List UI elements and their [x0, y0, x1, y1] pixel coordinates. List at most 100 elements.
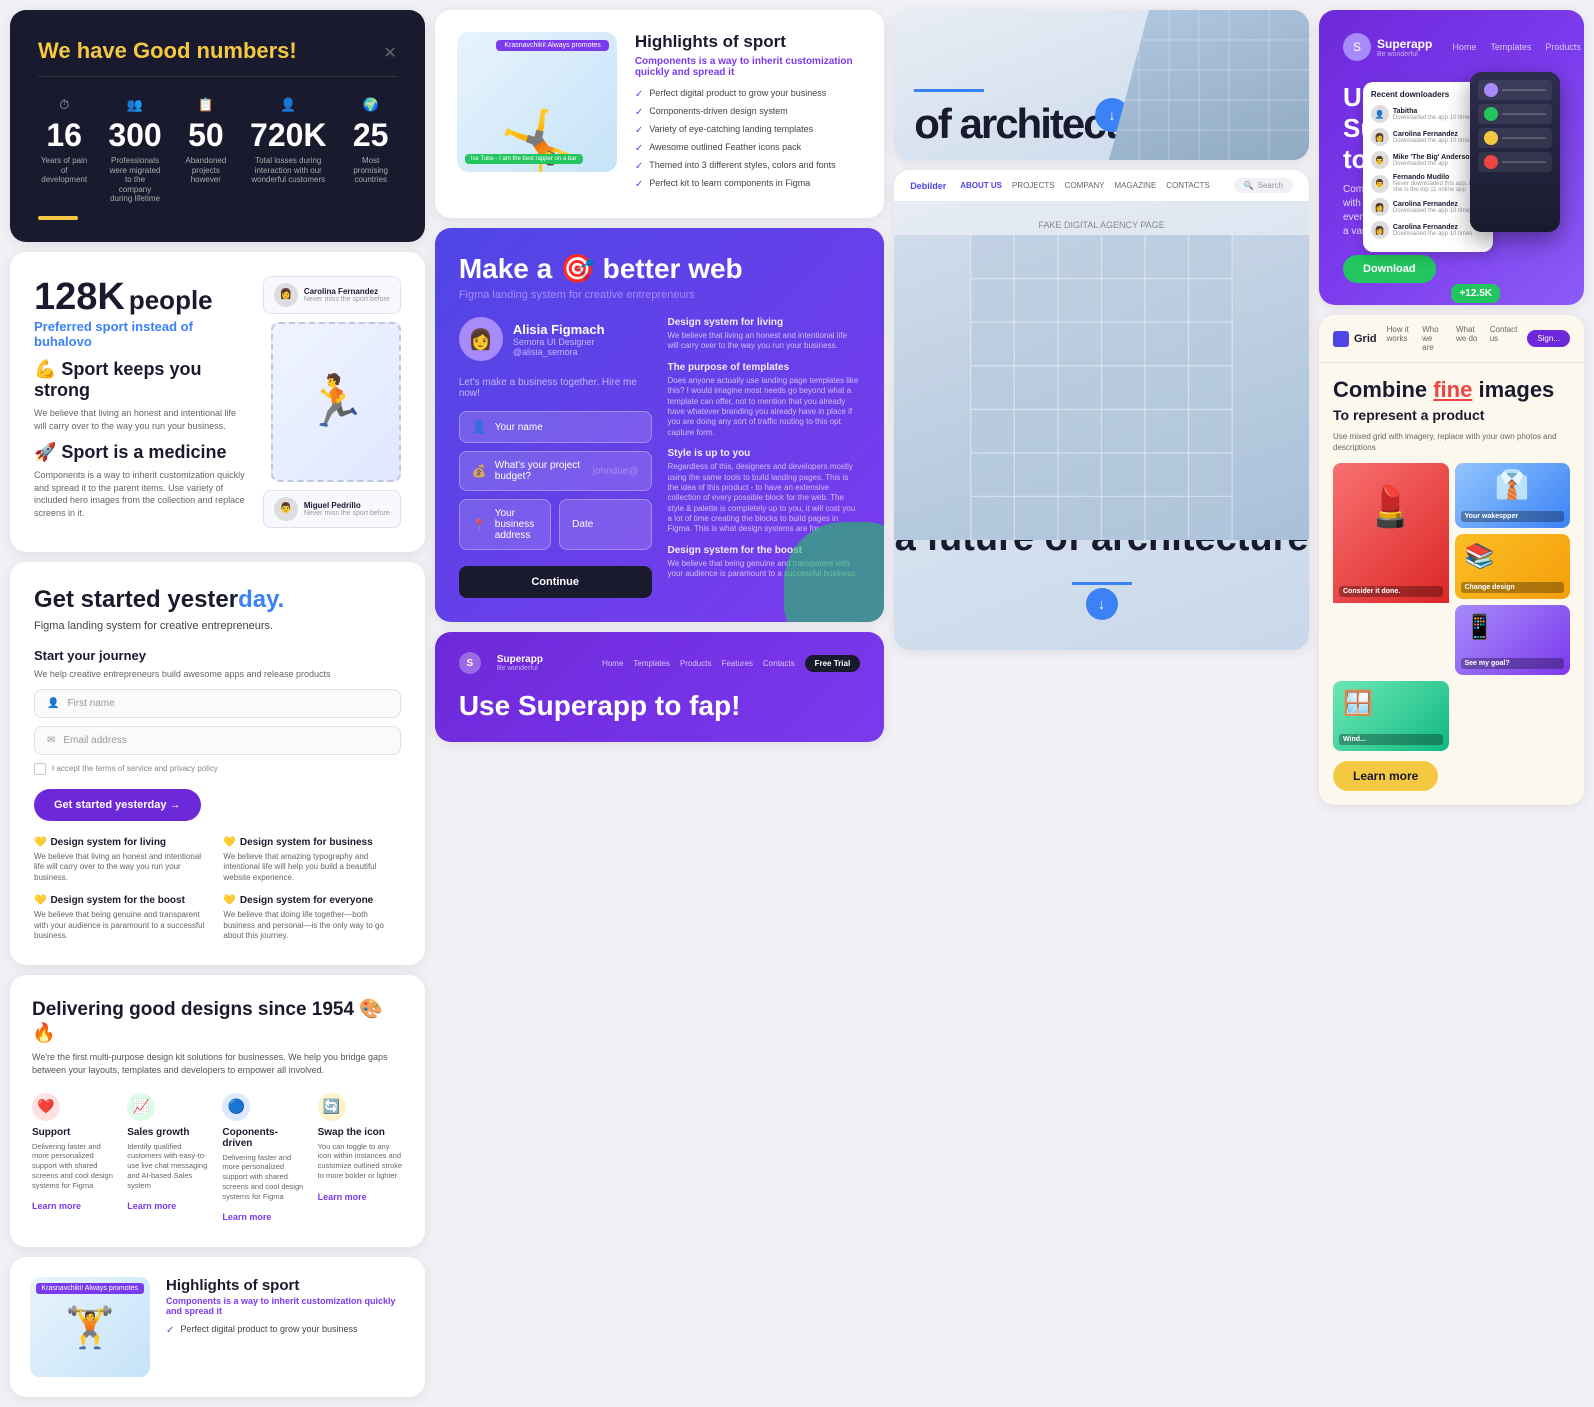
- good-numbers-card: We have Good numbers! ✕ ⏱ 16 Years of pa…: [10, 10, 425, 242]
- grid-nav: Grid How it works Who we are What we do …: [1319, 315, 1584, 363]
- check-3: Variety of eye-catching landing template…: [649, 124, 813, 136]
- superapp-bottom-tagline: Be wonderful: [497, 665, 543, 672]
- check-6: Perfect kit to learn components in Figma: [649, 178, 810, 190]
- rd-item-1: 👤 Tabitha Downloaded the app 10 times: [1371, 105, 1485, 123]
- check-5: Themed into 3 different styles, colors a…: [649, 160, 835, 172]
- grid-title: Combine fine images: [1333, 377, 1570, 403]
- budget-field[interactable]: 💰 What's your project budget? johndue@: [459, 451, 652, 491]
- highlights-badge-green: Ice Tube - I am the best rapper on a bar: [465, 154, 583, 164]
- check-2: Components-driven design system: [649, 106, 788, 118]
- name-field[interactable]: 👤 Your name: [459, 411, 652, 443]
- firstname-input[interactable]: 👤 First name: [34, 689, 401, 718]
- rd-item-5: 👩 Carolina Fernandez Downloaded the app …: [1371, 198, 1485, 216]
- superapp-bottom-logo: S: [459, 652, 481, 674]
- check-item-3: ✓ Variety of eye-catching landing templa…: [635, 124, 862, 136]
- phone-label: See my goal?: [1461, 658, 1565, 669]
- superapp-download-button[interactable]: Download: [1343, 255, 1436, 283]
- grid-nav-items: How it works Who we are What we do Conta…: [1387, 325, 1518, 352]
- person-card-1: 👩 Carolina Fernandez Never miss the spor…: [263, 276, 401, 314]
- close-icon[interactable]: ✕: [383, 43, 396, 63]
- sales-learn-more[interactable]: Learn more: [127, 1201, 176, 1211]
- arch-center-search[interactable]: 🔍 Search: [1234, 178, 1293, 193]
- check-icon-1: ✓: [635, 89, 643, 100]
- nav-contacts[interactable]: CONTACTS: [1166, 181, 1209, 190]
- terms-checkbox[interactable]: [34, 763, 46, 775]
- people-card: 128K people Preferred sport instead of b…: [10, 252, 425, 552]
- highlights-sport-title: Highlights of sport: [635, 32, 862, 52]
- journey-sub: We help creative entrepreneurs build awe…: [34, 669, 401, 679]
- highlights-bottom-image: 🏋️ Krasnavchiki! Always promotes: [30, 1277, 150, 1377]
- nav-products[interactable]: Products: [1545, 42, 1581, 52]
- superapp-bottom-nav-templates[interactable]: Templates: [633, 659, 669, 668]
- lipstick-image: 💄 Consider it done.: [1333, 463, 1449, 603]
- get-started-button[interactable]: Get started yesterday →: [34, 789, 201, 821]
- arch-center-logo: Debilder: [910, 181, 946, 191]
- nav-magazine[interactable]: MAGAZINE: [1115, 181, 1157, 190]
- address-field[interactable]: 📍 Your business address: [459, 499, 551, 550]
- keyboard-image: 📚 Change design: [1455, 534, 1571, 599]
- window-label: Wind...: [1339, 734, 1443, 745]
- grid-nav-who[interactable]: Who we are: [1422, 325, 1446, 352]
- stat-professionals-label: Professionals were migrated to the compa…: [108, 156, 161, 204]
- rd-avatar-5: 👩: [1371, 198, 1389, 216]
- learn-more-button[interactable]: Learn more: [1333, 761, 1438, 791]
- email-icon: ✉: [47, 735, 55, 746]
- person-avatar-2: 👨: [274, 497, 298, 521]
- person-handle-1: Never miss the sport before: [304, 296, 390, 303]
- good-numbers-title: We have Good numbers!: [38, 38, 297, 64]
- email-input[interactable]: ✉ Email address: [34, 726, 401, 755]
- components-title: Coponents-driven: [222, 1127, 307, 1149]
- phone-line-1: [1502, 89, 1546, 91]
- sales-title: Sales growth: [127, 1127, 212, 1138]
- feature-swap: 🔄 Swap the icon You can toggle to any ic…: [318, 1093, 403, 1226]
- grid-nav-cta[interactable]: Sign...: [1527, 330, 1570, 347]
- nav-templates[interactable]: Templates: [1490, 42, 1531, 52]
- continue-button[interactable]: Continue: [459, 566, 652, 598]
- support-title: Support: [32, 1127, 117, 1138]
- check-icon-5: ✓: [635, 161, 643, 172]
- components-learn-more[interactable]: Learn more: [222, 1212, 271, 1222]
- superapp-bottom-nav-home[interactable]: Home: [602, 659, 623, 668]
- superapp-bottom-nav-contacts[interactable]: Contacts: [763, 659, 795, 668]
- superapp-top-nav: S Superapp Be wonderful Home Templates P…: [1343, 32, 1560, 62]
- journey-title: Start your journey: [34, 648, 401, 663]
- superapp-bottom-nav-features[interactable]: Features: [721, 659, 753, 668]
- grid-nav-what[interactable]: What we do: [1456, 325, 1480, 352]
- stat-countries-value: 25: [345, 117, 397, 154]
- rd-avatar-6: 👩: [1371, 221, 1389, 239]
- grid-subtitle: To represent a product: [1333, 407, 1570, 423]
- rd-avatar-4: 👨: [1371, 175, 1389, 193]
- date-field[interactable]: Date: [559, 499, 651, 550]
- stat-projects-label: Abandoned projects however: [180, 156, 232, 185]
- nav-company[interactable]: COMPANY: [1065, 181, 1105, 190]
- nav-about[interactable]: ABOUT US: [960, 181, 1002, 190]
- highlights-bottom-content: Highlights of sport Components is a way …: [166, 1277, 405, 1342]
- grid-nav-contact[interactable]: Contact us: [1490, 325, 1518, 352]
- good-designs-subtitle: We're the first multi-purpose design kit…: [32, 1051, 403, 1076]
- grid-nav-how[interactable]: How it works: [1387, 325, 1412, 352]
- phone-mockup: [1470, 72, 1560, 232]
- sport-emoji: 🏋️: [65, 1304, 115, 1351]
- superapp-bottom-nav-products[interactable]: Products: [680, 659, 712, 668]
- highlights-sport-content: Highlights of sport Components is a way …: [635, 32, 862, 196]
- nav-home[interactable]: Home: [1452, 42, 1476, 52]
- highlights-sport-subtitle: Components is a way to inherit customiza…: [635, 56, 862, 78]
- check-item-4: ✓ Awesome outlined Feather icons pack: [635, 142, 862, 154]
- phone-screen: [1470, 72, 1560, 232]
- terms-text: I accept the terms of service and privac…: [52, 764, 218, 773]
- superapp-bottom-cta[interactable]: Free Trial: [805, 655, 861, 672]
- rd-avatar-2: 👩: [1371, 128, 1389, 146]
- section-living-body: We believe that living an honest and int…: [668, 331, 861, 352]
- nav-projects[interactable]: PROJECTS: [1012, 181, 1055, 190]
- swap-learn-more[interactable]: Learn more: [318, 1192, 367, 1202]
- arch-building-svg: [1109, 10, 1309, 160]
- arch-down-circle[interactable]: ↓: [1086, 588, 1118, 620]
- profile-name: Alisia Figmach: [513, 322, 605, 337]
- profile-title: Semora UI Designer: [513, 337, 605, 347]
- person-avatar-1: 👩: [274, 283, 298, 307]
- address-placeholder: Your business address: [495, 508, 538, 541]
- support-learn-more[interactable]: Learn more: [32, 1201, 81, 1211]
- sport-image: 🏃: [271, 322, 401, 482]
- sport-image-area: 🤸 Krasnavchiki! Always promotes Ice Tube…: [457, 32, 617, 172]
- superapp-name: Superapp: [1377, 37, 1432, 51]
